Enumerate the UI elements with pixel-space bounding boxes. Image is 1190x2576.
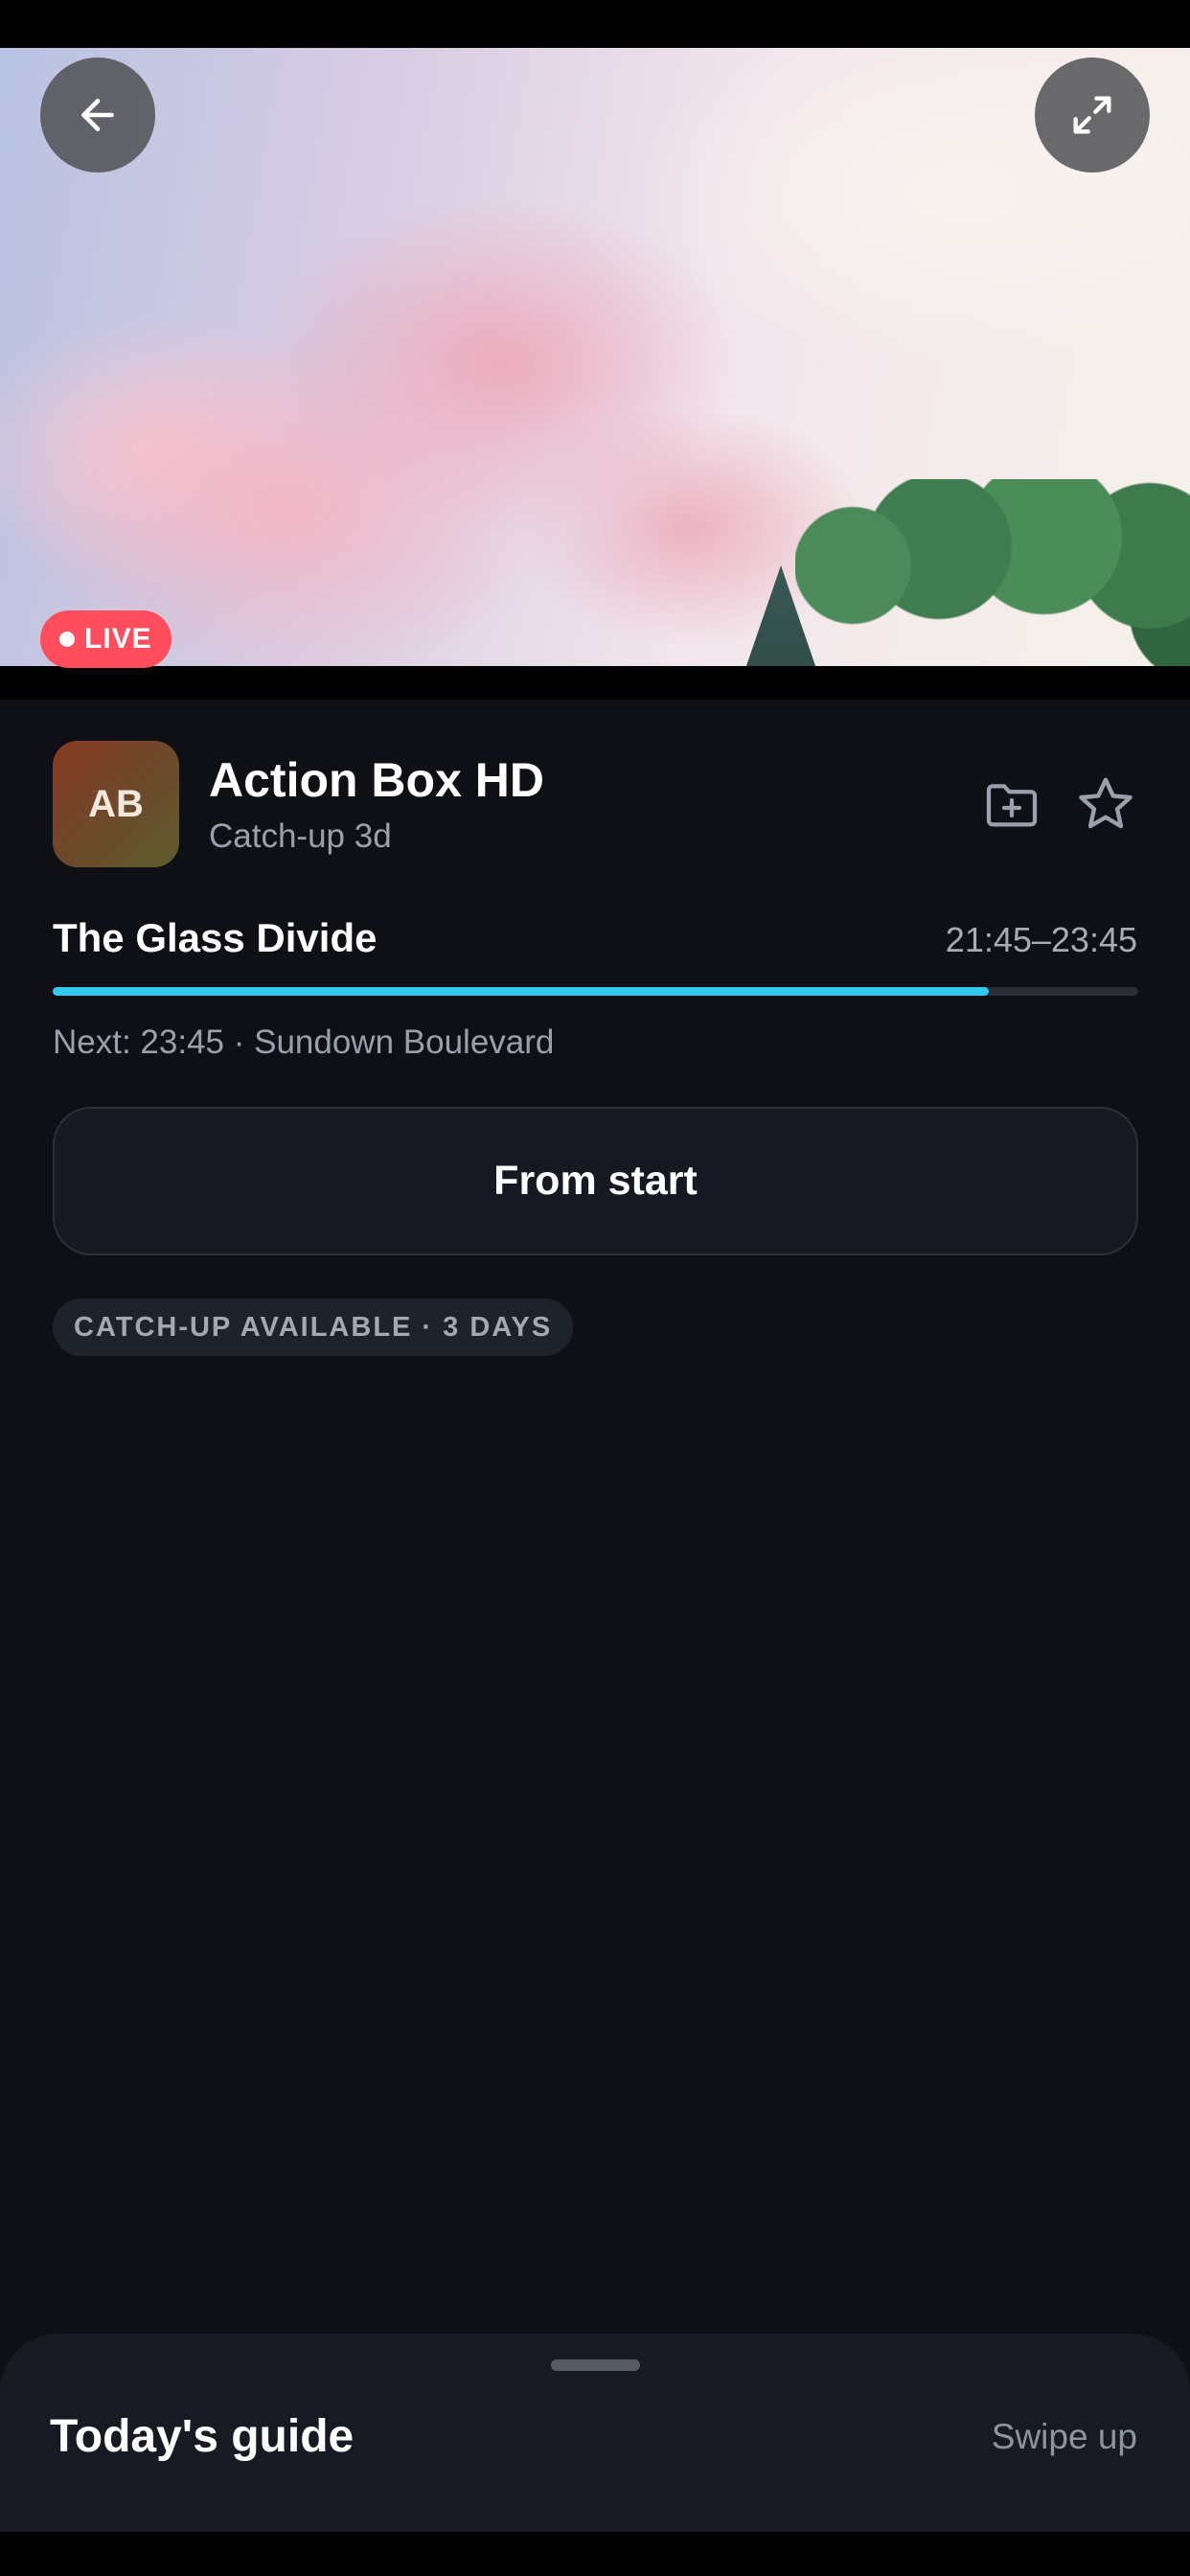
- live-badge: LIVE: [40, 610, 172, 668]
- video-frame-trees: [795, 479, 1190, 667]
- video-player[interactable]: [0, 48, 1190, 667]
- channel-logo: AB: [53, 741, 179, 867]
- guide-swipe-hint: Swipe up: [991, 2417, 1137, 2456]
- program-time-range: 21:45–23:45: [945, 920, 1137, 959]
- status-bar: [0, 0, 1190, 48]
- guide-title: Today's guide: [50, 2411, 355, 2462]
- favorite-button[interactable]: [1071, 770, 1140, 839]
- program-progress-fill: [53, 987, 989, 996]
- channel-logo-text: AB: [88, 782, 144, 825]
- catchup-availability-chip: CATCH-UP AVAILABLE · 3 DAYS: [53, 1299, 574, 1356]
- add-to-folder-button[interactable]: [977, 770, 1046, 839]
- back-button[interactable]: [40, 58, 155, 172]
- live-dot-icon: [59, 632, 75, 647]
- from-start-button[interactable]: From start: [53, 1107, 1138, 1255]
- channel-catchup-info: Catch-up 3d: [209, 817, 392, 855]
- folder-add-icon: [986, 784, 1038, 827]
- fullscreen-button[interactable]: [1035, 58, 1150, 172]
- arrow-left-icon: [81, 99, 114, 131]
- navigation-bar: [0, 2532, 1190, 2576]
- program-title: The Glass Divide: [53, 915, 378, 960]
- next-program: Next: 23:45 · Sundown Boulevard: [53, 1024, 555, 1061]
- channel-details-panel: [0, 700, 1190, 2576]
- program-progress-bar: [53, 987, 1138, 996]
- from-start-label: From start: [493, 1158, 698, 1204]
- player-letterbox: [0, 666, 1190, 667]
- live-label: LIVE: [84, 623, 152, 655]
- star-icon: [1079, 777, 1133, 829]
- expand-icon: [1073, 96, 1111, 134]
- sheet-drag-handle[interactable]: [551, 2359, 640, 2371]
- channel-name: Action Box HD: [209, 753, 544, 807]
- catchup-chip-label: CATCH-UP AVAILABLE · 3 DAYS: [74, 1311, 553, 1343]
